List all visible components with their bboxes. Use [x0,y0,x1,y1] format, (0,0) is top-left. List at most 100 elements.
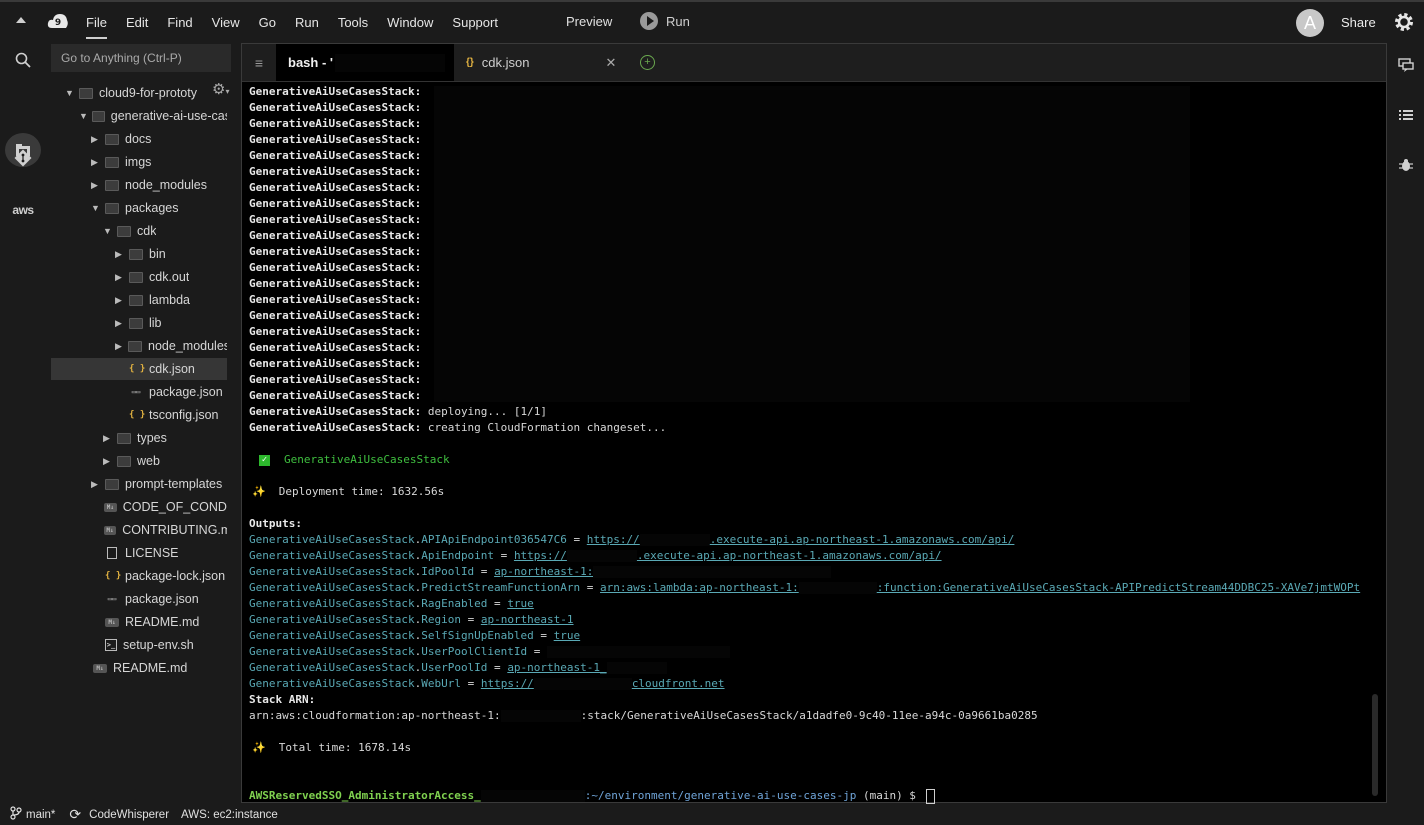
tree-item-label: setup-env.sh [123,638,194,652]
menu-window[interactable]: Window [387,15,433,30]
tree-file[interactable]: { } tsconfig.json [51,404,227,426]
tree-file[interactable]: M↓ README.md [51,657,227,679]
chevron-right-icon[interactable]: ▶ [91,157,105,168]
output-value[interactable]: ap-northeast-1: [494,565,593,578]
status-bar: main* ⟳ CodeWhisperer AWS: ec2:instance [0,804,1424,825]
collapse-up-icon[interactable] [16,17,26,23]
tree-folder[interactable]: ▶ node_modules [51,335,227,357]
chevron-right-icon[interactable]: ▶ [115,341,128,352]
go-to-anything-input[interactable]: Go to Anything (Ctrl-P) [51,44,231,72]
new-tab-plus-icon[interactable]: + [640,55,655,70]
share-button[interactable]: Share [1341,15,1376,30]
output-value[interactable]: true [554,629,581,642]
output-value-suffix[interactable]: :function:GenerativeAiUseCasesStack-APIP… [877,581,1360,594]
chevron-right-icon[interactable]: ▶ [115,249,129,260]
preview-button[interactable]: Preview [566,14,612,29]
tree-folder[interactable]: ▼ cdk [51,220,227,242]
npm-package-icon: ▭▭ [131,388,141,396]
sync-icon[interactable]: ⟳ [69,806,81,823]
chevron-right-icon[interactable]: ▶ [103,433,117,444]
menu-run[interactable]: Run [295,15,319,30]
tree-file[interactable]: { } cdk.json [51,358,227,380]
tree-file[interactable]: >_ setup-env.sh [51,634,227,656]
chevron-right-icon[interactable]: ▶ [91,134,105,145]
stack-name: GenerativeAiUseCasesStack [249,341,415,354]
menu-tools[interactable]: Tools [338,15,368,30]
tree-folder[interactable]: ▼ cloud9-for-prototy [51,82,227,104]
menu-support[interactable]: Support [452,15,498,30]
tree-folder[interactable]: ▶ bin [51,243,227,265]
menu-find[interactable]: Find [167,15,192,30]
menu-go[interactable]: Go [259,15,276,30]
source-control-icon[interactable] [11,146,35,170]
chevron-down-icon[interactable]: ▼ [79,111,92,121]
output-value-suffix[interactable]: .execute-api.ap-northeast-1.amazonaws.co… [637,549,942,562]
terminal-scrollbar[interactable] [1372,694,1378,796]
terminal-cursor[interactable] [925,788,935,804]
git-branch-icon[interactable] [10,806,22,823]
terminal-line: GenerativeAiUseCasesStack: [249,196,421,212]
tree-folder[interactable]: ▼ generative-ai-use-case [51,105,227,127]
tab-menu-icon[interactable]: ≡ [242,44,276,81]
chevron-right-icon[interactable]: ▶ [115,295,129,306]
chevron-down-icon[interactable]: ▼ [103,226,117,236]
tree-folder[interactable]: ▶ cdk.out [51,266,227,288]
tree-file[interactable]: M↓ CONTRIBUTING.md [51,519,227,541]
avatar[interactable]: A [1296,9,1324,37]
tree-folder[interactable]: ▶ prompt-templates [51,473,227,495]
output-value[interactable]: ap-northeast-1_ [507,661,606,674]
menu-edit[interactable]: Edit [126,15,148,30]
tree-item-label: LICENSE [125,546,179,560]
run-button[interactable]: Run [640,12,690,30]
chevron-right-icon[interactable]: ▶ [115,318,129,329]
output-value[interactable]: https:// [481,677,534,690]
tab-cdk-json[interactable]: {} cdk.json ✕ [454,44,632,81]
tree-folder[interactable]: ▶ types [51,427,227,449]
tree-file[interactable]: M↓ CODE_OF_CONDU [51,496,227,518]
tab-bash[interactable]: bash - ' [276,44,454,81]
tree-file[interactable]: ▭▭ package.json [51,588,227,610]
tree-file[interactable]: { } package-lock.json [51,565,227,587]
search-icon[interactable] [11,48,35,72]
tree-folder[interactable]: ▶ lambda [51,289,227,311]
stack-name: GenerativeAiUseCasesStack [249,325,415,338]
output-value[interactable]: arn:aws:lambda:ap-northeast-1: [600,581,799,594]
stack-name: GenerativeAiUseCasesStack [249,309,415,322]
chevron-right-icon[interactable]: ▶ [115,272,129,283]
chevron-right-icon[interactable]: ▶ [91,479,105,490]
chevron-right-icon[interactable]: ▶ [103,456,117,467]
tree-file[interactable]: M↓ README.md [51,611,227,633]
tree-folder[interactable]: ▼ packages [51,197,227,219]
chevron-down-icon[interactable]: ▼ [65,88,79,98]
output-value[interactable]: https:// [514,549,567,562]
menu-view[interactable]: View [212,15,240,30]
tree-folder[interactable]: ▶ docs [51,128,227,150]
tree-folder[interactable]: ▶ web [51,450,227,472]
output-value[interactable]: ap-northeast-1 [481,613,574,626]
outline-list-icon[interactable] [1397,106,1415,124]
menu-file[interactable]: File [86,15,107,39]
aws-connection-status[interactable]: AWS: ec2:instance [181,809,278,821]
output-value-suffix[interactable]: .execute-api.ap-northeast-1.amazonaws.co… [710,533,1015,546]
settings-gear-icon[interactable] [1393,11,1415,33]
output-value-suffix[interactable]: cloudfront.net [632,677,725,690]
output-value[interactable]: true [507,597,534,610]
tree-folder[interactable]: ▶ imgs [51,151,227,173]
debugger-bug-icon[interactable] [1397,156,1415,174]
output-value[interactable]: https:// [587,533,640,546]
tree-folder[interactable]: ▶ node_modules [51,174,227,196]
stack-name: GenerativeAiUseCasesStack [249,85,415,98]
terminal-line: GenerativeAiUseCasesStack: [249,276,421,292]
tree-item-label: lib [149,316,162,330]
tree-file[interactable]: LICENSE [51,542,227,564]
chevron-right-icon[interactable]: ▶ [91,180,105,191]
tree-folder[interactable]: ▶ lib [51,312,227,334]
codewhisperer-status[interactable]: CodeWhisperer [89,809,169,821]
tree-file[interactable]: ▭▭ package.json [51,381,227,403]
git-branch-label[interactable]: main* [26,809,55,821]
close-tab-icon[interactable]: ✕ [606,55,617,71]
collaborate-chat-icon[interactable] [1397,56,1415,74]
aws-icon[interactable]: aws [11,198,35,222]
terminal-output[interactable]: GenerativeAiUseCasesStack: GenerativeAiUs… [249,82,1386,804]
chevron-down-icon[interactable]: ▼ [91,203,105,213]
